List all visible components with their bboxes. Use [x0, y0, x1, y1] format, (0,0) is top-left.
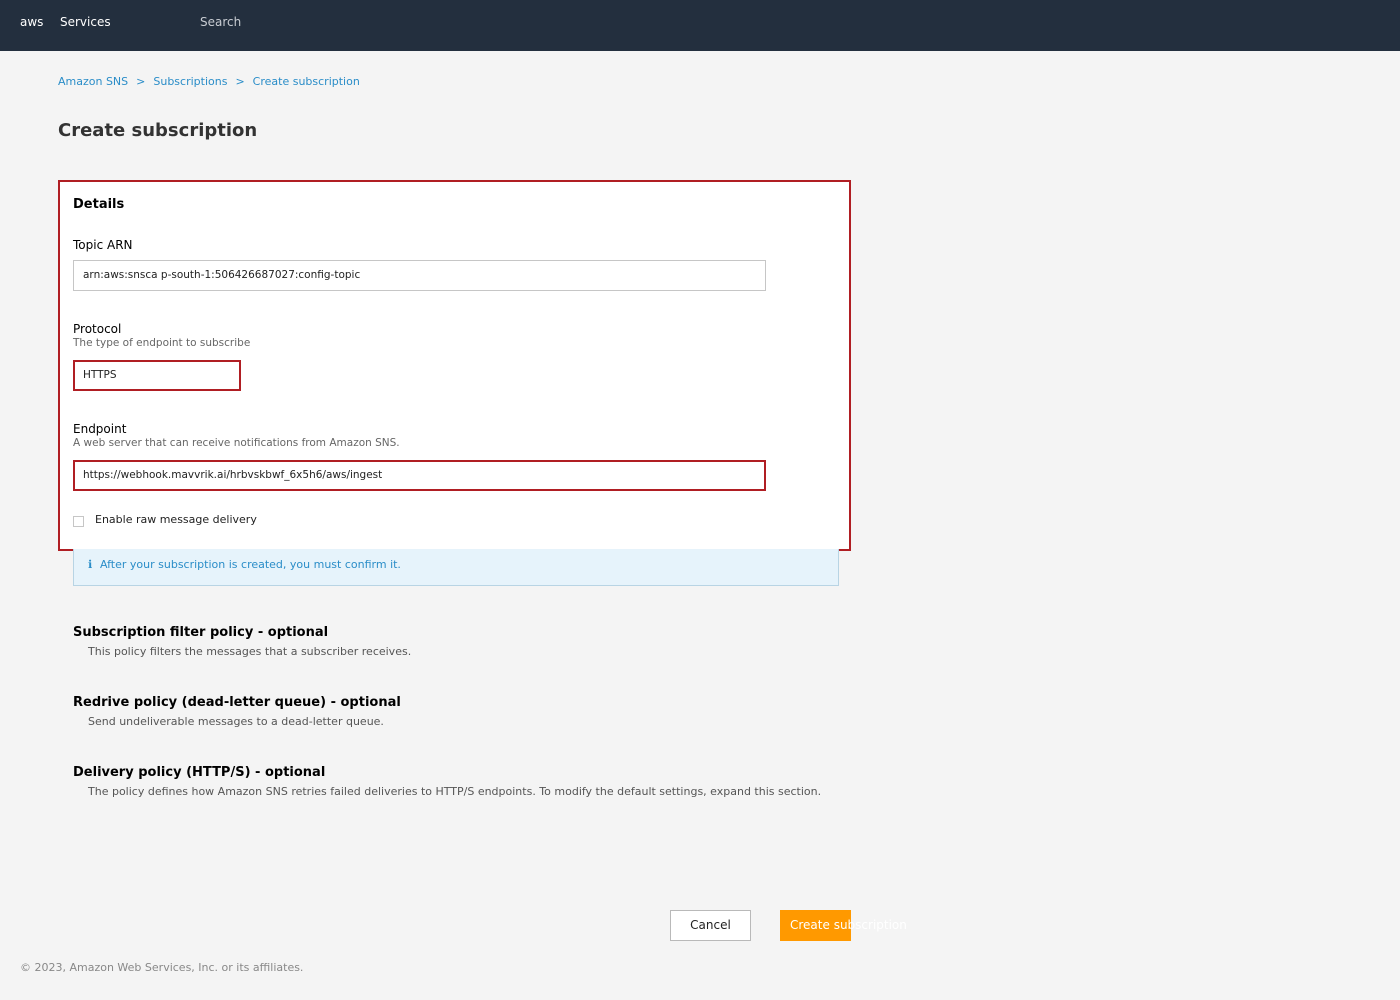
topic-arn-label: Topic ARN	[73, 238, 133, 252]
breadcrumb-separator: >	[235, 75, 245, 88]
confirmation-info-alert: ℹ After your subscription is created, yo…	[73, 549, 839, 586]
protocol-label: Protocol	[73, 322, 122, 336]
top-navigation-bar: aws Services Search	[0, 0, 1400, 51]
raw-message-delivery-checkbox[interactable]	[73, 516, 84, 527]
topic-arn-input[interactable]: arn:aws:snsca p-south-1:506426687027:con…	[73, 260, 766, 291]
breadcrumb-separator: >	[136, 75, 146, 88]
details-panel: Details Topic ARN arn:aws:snsca p-south-…	[58, 180, 851, 551]
cancel-button[interactable]: Cancel	[670, 910, 751, 941]
redrive-policy-description: Send undeliverable messages to a dead-le…	[88, 715, 384, 728]
subscription-filter-policy-title[interactable]: Subscription filter policy - optional	[73, 625, 328, 640]
create-subscription-button[interactable]: Create subscription	[780, 910, 907, 941]
protocol-description: The type of endpoint to subscribe	[73, 337, 251, 349]
breadcrumb: Amazon SNS > Subscriptions > Create subscrip…	[58, 75, 360, 88]
endpoint-description: A web server that can receive notificati…	[73, 437, 400, 449]
delivery-policy-title[interactable]: Delivery policy (HTTP/S) - optional	[73, 765, 325, 780]
footer-copyright: © 2023, Amazon Web Services, Inc. or its…	[20, 961, 304, 974]
services-menu[interactable]: Services	[60, 15, 111, 29]
endpoint-label: Endpoint	[73, 422, 127, 436]
page-title: Create subscription	[58, 120, 258, 141]
endpoint-input[interactable]: https://webhook.mavvrik.ai/hrbvskbwf_6x5…	[73, 460, 766, 491]
breadcrumb-subscriptions[interactable]: Subscriptions	[153, 75, 227, 88]
raw-message-delivery-label[interactable]: Enable raw message delivery	[95, 513, 257, 526]
breadcrumb-amazon-sns[interactable]: Amazon SNS	[58, 75, 128, 88]
delivery-policy-description: The policy defines how Amazon SNS retrie…	[88, 785, 822, 798]
info-text: After your subscription is created, you …	[100, 558, 401, 571]
subscription-filter-policy-description: This policy filters the messages that a …	[88, 645, 412, 658]
breadcrumb-create-subscription[interactable]: Create subscription	[253, 75, 360, 88]
details-heading: Details	[73, 197, 125, 212]
info-icon: ℹ	[88, 558, 93, 571]
protocol-select[interactable]: HTTPS	[73, 360, 241, 391]
redrive-policy-title[interactable]: Redrive policy (dead-letter queue) - opt…	[73, 695, 401, 710]
aws-logo[interactable]: aws	[20, 15, 43, 29]
search-input[interactable]: Search	[200, 15, 241, 29]
